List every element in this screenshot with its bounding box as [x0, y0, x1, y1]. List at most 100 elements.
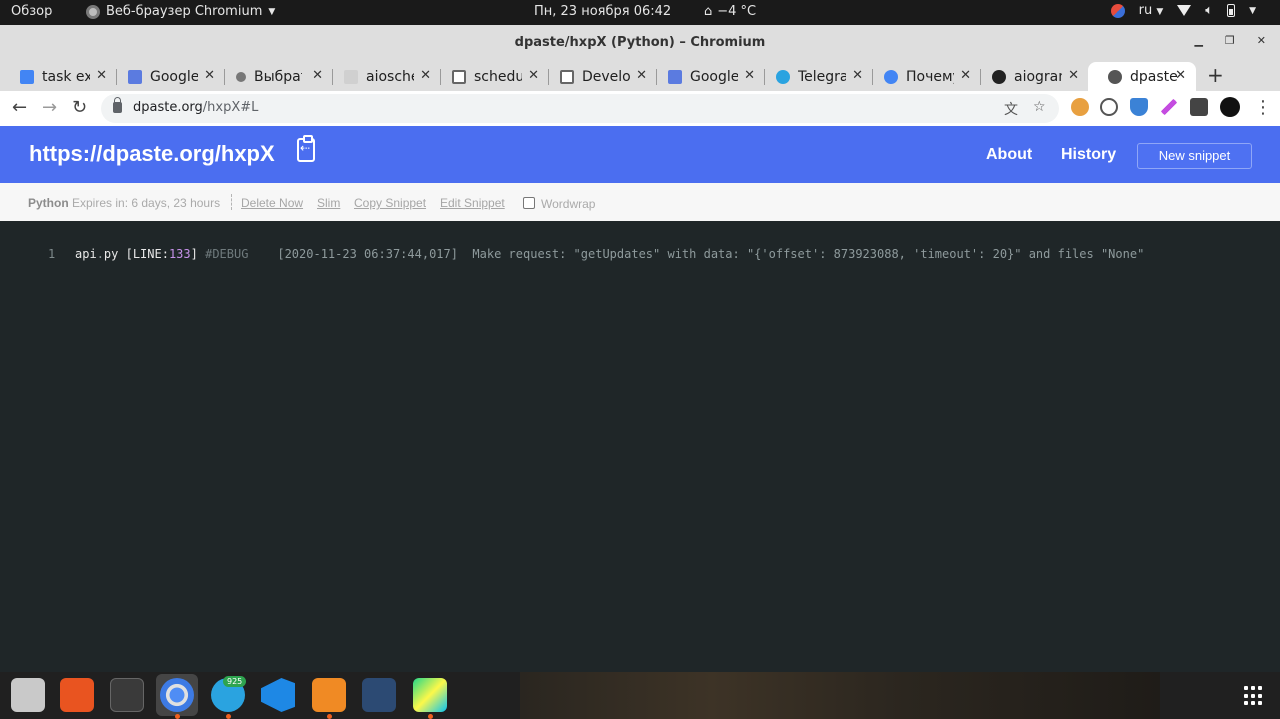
close-icon[interactable]: ✕ [960, 68, 971, 83]
close-icon[interactable]: ✕ [1175, 68, 1186, 83]
close-icon[interactable]: ✕ [852, 68, 863, 83]
nav-history-link[interactable]: History [1061, 146, 1116, 164]
close-icon[interactable]: ✕ [744, 68, 755, 83]
slim-link[interactable]: Slim [317, 196, 340, 210]
tab-title: Google [690, 68, 738, 85]
divider [231, 194, 232, 210]
app-center-icon[interactable] [60, 678, 94, 712]
tab-title: dpaste [1130, 68, 1178, 85]
edit-snippet-link[interactable]: Edit Snippet [440, 196, 505, 210]
google-icon [20, 69, 34, 84]
system-status-area[interactable]: ru ▼ 🔈︎ ▼ [1110, 3, 1256, 18]
close-icon[interactable]: ✕ [528, 68, 539, 83]
maximize-icon[interactable]: ❐ [1225, 34, 1235, 47]
show-applications-icon[interactable] [1244, 686, 1264, 706]
forward-icon[interactable]: → [42, 97, 57, 118]
app-menu[interactable]: Веб-браузер Chromium ▼ [86, 4, 275, 19]
close-icon[interactable]: ✕ [1257, 34, 1266, 47]
snippet-meta: Python Expires in: 6 days, 23 hours [28, 196, 220, 210]
mysql-workbench-icon[interactable] [362, 678, 396, 712]
tab[interactable]: Google ✕ [648, 62, 765, 91]
tab-title: Develop [582, 68, 630, 85]
translate-icon[interactable]: ⽂ [1004, 99, 1018, 119]
clock[interactable]: Пн, 23 ноября 06:42 [534, 4, 671, 19]
volume-icon: 🔈︎ [1205, 3, 1214, 18]
close-icon[interactable]: ✕ [636, 68, 647, 83]
avatar[interactable] [1220, 97, 1240, 117]
weather-icon: ⌂ [704, 4, 713, 19]
doc-icon [560, 69, 574, 84]
vscode-icon[interactable] [261, 678, 295, 712]
tab-strip: task exe ✕ Google ✕ Выбрат ✕ aiosche ✕ s… [0, 60, 1280, 91]
files-icon[interactable] [11, 678, 45, 712]
line-number[interactable]: 1 [48, 247, 55, 261]
tab[interactable]: Почему ✕ [864, 62, 981, 91]
wordwrap-checkbox[interactable] [523, 197, 535, 209]
sync-extension-icon[interactable] [1100, 98, 1118, 116]
pen-extension-icon[interactable] [1160, 98, 1178, 116]
activities-button[interactable]: Обзор [11, 4, 52, 19]
tab[interactable]: Develop ✕ [540, 62, 657, 91]
puzzle-icon[interactable] [1190, 98, 1208, 116]
github-icon [992, 69, 1006, 84]
wallpaper-strip [520, 672, 1160, 719]
battery-icon [1227, 4, 1236, 17]
tab[interactable]: aiosche ✕ [324, 62, 441, 91]
wordwrap-label[interactable]: Wordwrap [541, 197, 595, 211]
clipboard-icon[interactable] [297, 135, 315, 162]
address-bar[interactable]: dpaste.org/hxpX#L ⽂ ☆ [101, 94, 1059, 123]
chevron-down-icon: ▼ [1249, 5, 1256, 16]
tab-title: schedul [474, 68, 522, 85]
new-snippet-button[interactable]: New snippet [1137, 143, 1252, 169]
tab-active[interactable]: dpaste ✕ [1088, 62, 1196, 91]
close-icon[interactable]: ✕ [204, 68, 215, 83]
close-icon[interactable]: ✕ [420, 68, 431, 83]
copy-snippet-link[interactable]: Copy Snippet [354, 196, 426, 210]
window-titlebar: dpaste/hxpX (Python) – Chromium ▁ ❐ ✕ [0, 25, 1280, 60]
back-icon[interactable]: ← [12, 97, 27, 118]
sublime-text-icon[interactable] [312, 678, 346, 712]
menu-icon[interactable]: ⋮ [1254, 97, 1272, 118]
chromium-icon[interactable] [160, 678, 194, 712]
globe-icon [1108, 69, 1122, 84]
close-icon[interactable]: ✕ [1068, 68, 1079, 83]
tab[interactable]: aiogran ✕ [972, 62, 1089, 91]
google-icon [884, 69, 898, 84]
tab[interactable]: task exe ✕ [0, 62, 117, 91]
snippet-url-link[interactable]: https://dpaste.org/hxpX [29, 141, 275, 167]
new-tab-button[interactable]: + [1207, 63, 1224, 87]
window-title: dpaste/hxpX (Python) – Chromium [514, 35, 766, 50]
lock-icon[interactable] [113, 97, 122, 113]
close-icon[interactable]: ✕ [96, 68, 107, 83]
blank-icon [344, 69, 358, 84]
reload-icon[interactable]: ↻ [72, 97, 87, 118]
nav-about-link[interactable]: About [986, 146, 1032, 164]
tab[interactable]: Google ✕ [108, 62, 225, 91]
close-icon[interactable]: ✕ [312, 68, 323, 83]
tab[interactable]: Telegra ✕ [756, 62, 873, 91]
url-text[interactable]: dpaste.org/hxpX#L [133, 100, 258, 115]
tab[interactable]: schedul ✕ [432, 62, 549, 91]
tab-title: aiosche [366, 68, 414, 85]
generic-icon [236, 71, 246, 82]
shield-extension-icon[interactable] [1130, 98, 1148, 116]
dock: 925 [0, 672, 1280, 719]
indicator-icon[interactable] [1110, 3, 1125, 18]
weather-indicator[interactable]: ⌂ −4 °C [704, 4, 756, 19]
tab-title: aiogran [1014, 68, 1062, 85]
terminal-icon[interactable] [110, 678, 144, 712]
expires-label: Expires in: 6 days, 23 hours [68, 196, 221, 210]
weather-temp: −4 °C [717, 4, 757, 19]
cookie-extension-icon[interactable] [1071, 98, 1089, 116]
star-icon[interactable]: ☆ [1033, 99, 1046, 115]
site-header: https://dpaste.org/hxpX About History Ne… [0, 126, 1280, 183]
pycharm-icon[interactable] [413, 678, 447, 712]
telegram-badge: 925 [223, 676, 247, 687]
tab-title: Почему [906, 68, 954, 85]
delete-now-link[interactable]: Delete Now [241, 196, 303, 210]
keyboard-layout[interactable]: ru ▼ [1139, 3, 1164, 18]
tab[interactable]: Выбрат ✕ [216, 62, 333, 91]
chromium-icon [86, 4, 100, 19]
page-content: https://dpaste.org/hxpX About History Ne… [0, 126, 1280, 672]
minimize-icon[interactable]: ▁ [1194, 34, 1202, 47]
